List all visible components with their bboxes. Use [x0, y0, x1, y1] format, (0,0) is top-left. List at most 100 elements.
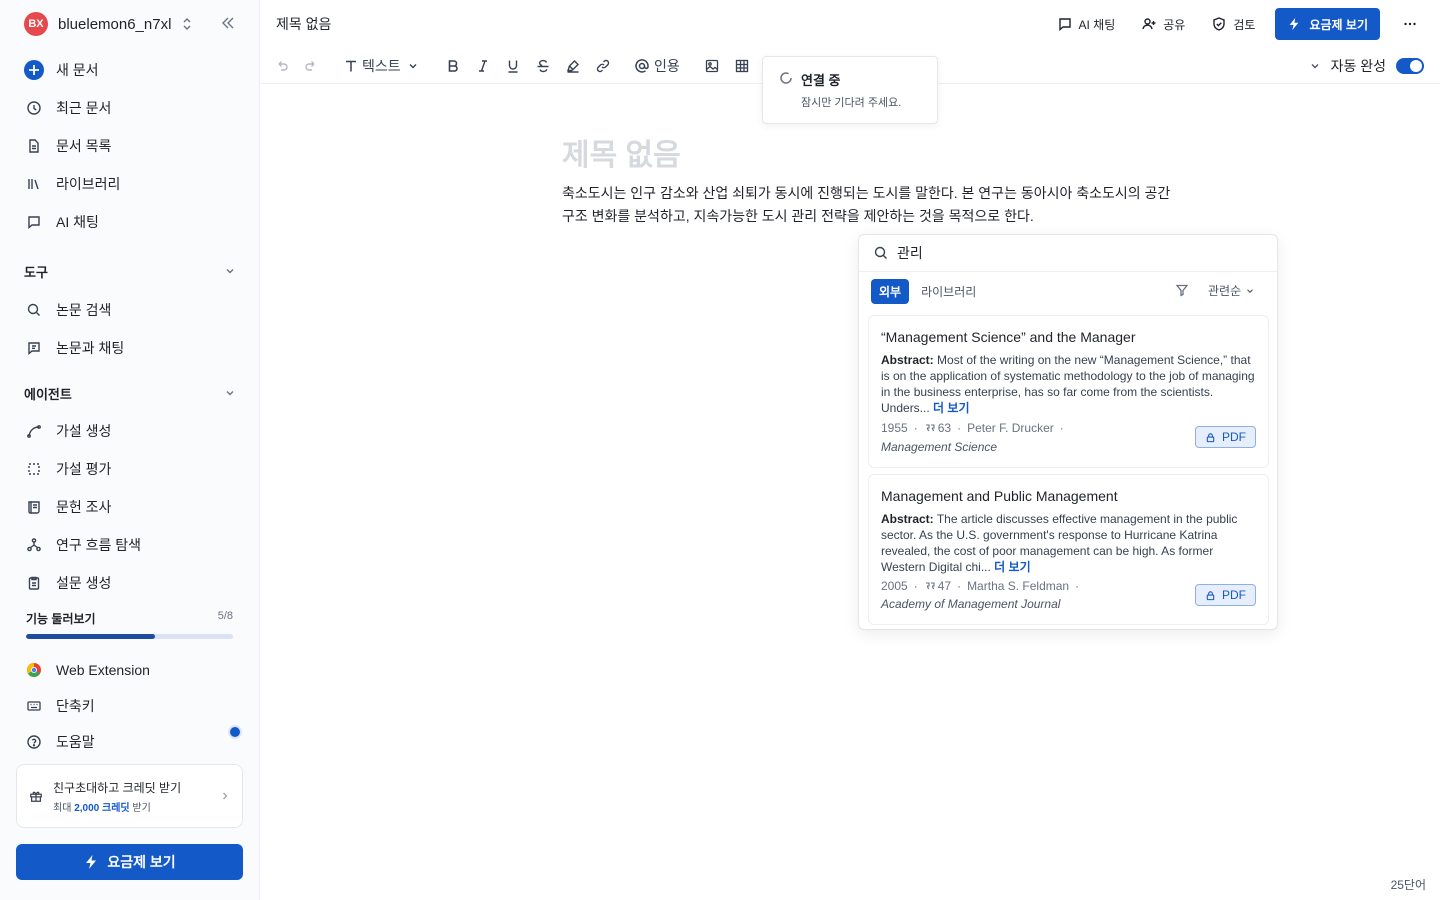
- avatar: BX: [24, 12, 48, 36]
- share-button[interactable]: 공유: [1141, 16, 1185, 33]
- invite-title: 친구초대하고 크레딧 받기: [53, 780, 182, 795]
- editor-body[interactable]: 축소도시는 인구 감소와 산업 쇠퇴가 동시에 진행되는 도시를 말한다. 본 …: [562, 182, 1182, 228]
- link-icon[interactable]: [595, 56, 611, 76]
- chevron-down-icon[interactable]: [1309, 60, 1321, 72]
- sidebar-item-recent[interactable]: 최근 문서: [24, 94, 240, 122]
- library-icon: [24, 174, 44, 194]
- sidebar-item-label: 단축키: [56, 698, 95, 714]
- autosave-control[interactable]: 자동 완성: [1309, 54, 1424, 78]
- pdf-button[interactable]: PDF: [1195, 426, 1256, 448]
- strikethrough-icon[interactable]: [535, 56, 551, 76]
- sidebar-item-hypothesis-gen[interactable]: 가설 생성: [24, 417, 240, 445]
- gift-icon: [29, 789, 43, 803]
- table-icon[interactable]: [734, 56, 750, 76]
- autosave-toggle[interactable]: [1396, 58, 1424, 74]
- sidebar-item-doc-list[interactable]: 문서 목록: [24, 132, 240, 160]
- view-plans-button[interactable]: 요금제 보기: [16, 844, 243, 880]
- quote-icon: [924, 580, 936, 592]
- invite-subtitle: 최대 2,000 크레딧 받기: [53, 802, 151, 814]
- result-citations: 47: [924, 579, 951, 593]
- spinner-icon: [779, 71, 793, 85]
- sidebar-item-label: 가설 생성: [56, 423, 112, 439]
- chevron-up-down-icon: [181, 17, 193, 31]
- pdf-button[interactable]: PDF: [1195, 584, 1256, 606]
- sidebar-item-ai-chat[interactable]: AI 채팅: [24, 208, 240, 236]
- result-title[interactable]: “Management Science” and the Manager: [881, 329, 1261, 345]
- sidebar-item-label: 문서 목록: [56, 138, 112, 154]
- filter-icon[interactable]: [1175, 283, 1189, 297]
- workspace-name: bluelemon6_n7xl: [58, 15, 172, 33]
- document-icon: [24, 136, 44, 156]
- doc-title[interactable]: 제목 없음: [276, 14, 331, 34]
- sidebar-item-research-flow[interactable]: 연구 흐름 탐색: [24, 531, 240, 559]
- sidebar-item-shortcuts[interactable]: 단축키: [24, 692, 240, 720]
- result-meta: 2005 · 47 · Martha S. Feldman ·: [881, 579, 1080, 593]
- add-user-icon: [1141, 16, 1157, 32]
- sidebar-item-label: 논문과 채팅: [56, 340, 125, 356]
- text-style-dropdown[interactable]: 텍스트: [344, 56, 419, 76]
- sidebar-item-label: 논문 검색: [56, 302, 112, 318]
- section-agents[interactable]: 에이전트: [24, 383, 236, 403]
- search-icon: [873, 245, 889, 261]
- review-button[interactable]: 검토: [1211, 16, 1255, 33]
- feature-tour[interactable]: 기능 둘러보기 5/8: [26, 610, 233, 639]
- paper-chat-icon: [24, 338, 44, 358]
- scroll-icon: [24, 497, 44, 517]
- toast-title: 연결 중: [801, 73, 841, 88]
- image-icon[interactable]: [704, 56, 720, 76]
- underline-icon[interactable]: [505, 56, 521, 76]
- chevron-down-icon: [1245, 286, 1255, 296]
- chat-icon: [1057, 16, 1073, 32]
- section-tools[interactable]: 도구: [24, 261, 236, 281]
- bold-icon[interactable]: [445, 56, 461, 76]
- redo-icon[interactable]: [303, 56, 319, 76]
- plus-circle-icon: [24, 60, 44, 80]
- tab-library[interactable]: 라이브러리: [921, 283, 976, 300]
- sidebar-item-paper-chat[interactable]: 논문과 채팅: [24, 334, 240, 362]
- sidebar-item-new-doc[interactable]: 새 문서: [24, 56, 240, 84]
- sidebar-item-web-extension[interactable]: Web Extension: [24, 656, 240, 684]
- dashed-square-icon: [24, 459, 44, 479]
- result-year: 1955: [881, 421, 908, 435]
- sidebar-item-lit-review[interactable]: 문헌 조사: [24, 493, 240, 521]
- cite-button[interactable]: 인용: [634, 56, 680, 76]
- search-result-card[interactable]: “Management Science” and the Manager Abs…: [868, 315, 1269, 468]
- text-type-icon: [344, 59, 358, 73]
- lock-icon: [1205, 590, 1216, 601]
- clock-icon: [24, 98, 44, 118]
- tour-progress-fill: [26, 634, 156, 639]
- result-journal: Management Science: [881, 440, 998, 454]
- citation-search-input[interactable]: [897, 245, 1237, 261]
- chevron-down-icon: [407, 60, 419, 72]
- tab-external[interactable]: 외부: [871, 278, 910, 304]
- sidebar-item-help[interactable]: 도움말: [24, 728, 240, 756]
- sidebar-item-hypothesis-eval[interactable]: 가설 평가: [24, 455, 240, 483]
- result-year: 2005: [881, 579, 908, 593]
- shield-check-icon: [1211, 16, 1227, 32]
- sidebar-item-label: 새 문서: [56, 62, 99, 78]
- search-result-card[interactable]: Management and Public Management Abstrac…: [868, 474, 1269, 625]
- top-view-plans-button[interactable]: 요금제 보기: [1275, 8, 1380, 40]
- workspace-switcher[interactable]: BX bluelemon6_n7xl: [24, 12, 193, 36]
- chevron-down-icon: [224, 387, 236, 399]
- lock-icon: [1205, 432, 1216, 443]
- invite-friends-card[interactable]: 친구초대하고 크레딧 받기 최대 2,000 크레딧 받기: [16, 764, 243, 828]
- sidebar-item-library[interactable]: 라이브러리: [24, 170, 240, 198]
- tour-count: 5/8: [217, 610, 233, 622]
- sidebar-item-survey-gen[interactable]: 설문 생성: [24, 569, 240, 597]
- highlighter-icon[interactable]: [565, 56, 581, 76]
- collapse-sidebar-icon[interactable]: [219, 14, 237, 32]
- source-tabs: 외부 라이브러리: [871, 278, 976, 304]
- sort-dropdown[interactable]: 관련순: [1208, 282, 1255, 299]
- show-more-link[interactable]: 더 보기: [994, 560, 1030, 574]
- bolt-icon: [1287, 17, 1301, 31]
- ai-chat-button[interactable]: AI 채팅: [1057, 16, 1115, 33]
- undo-icon[interactable]: [274, 56, 290, 76]
- result-title[interactable]: Management and Public Management: [881, 488, 1261, 504]
- sidebar-item-paper-search[interactable]: 논문 검색: [24, 296, 240, 324]
- more-options-icon[interactable]: [1402, 16, 1418, 32]
- show-more-link[interactable]: 더 보기: [933, 401, 969, 415]
- editor-title-placeholder[interactable]: 제목 없음: [562, 130, 681, 174]
- sidebar: BX bluelemon6_n7xl 새 문서 최근 문서 문서 목록 라이브러…: [0, 0, 260, 900]
- italic-icon[interactable]: [475, 56, 491, 76]
